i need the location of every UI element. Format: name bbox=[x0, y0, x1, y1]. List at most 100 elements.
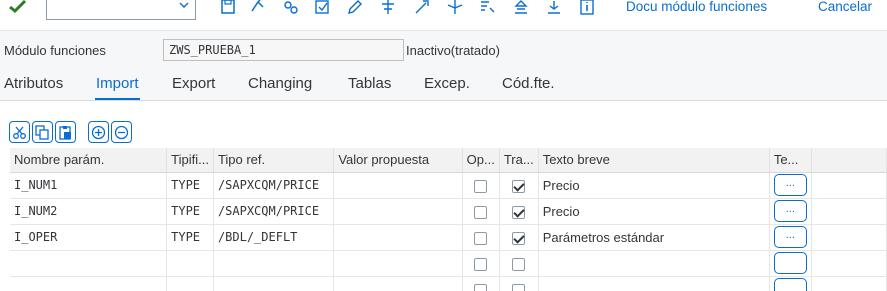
tab-export[interactable]: Export bbox=[172, 75, 215, 93]
param-name-cell[interactable]: I_NUM2 bbox=[10, 198, 168, 225]
download-icon[interactable] bbox=[544, 0, 564, 16]
tab-import[interactable]: Import bbox=[95, 75, 140, 101]
pass-value-cell bbox=[499, 276, 539, 291]
param-typing-cell[interactable]: TYPE bbox=[166, 172, 214, 199]
pass-value-checkbox[interactable] bbox=[512, 179, 526, 193]
column-header-typing[interactable]: Tipifi... bbox=[166, 148, 214, 173]
filler-cell bbox=[811, 198, 887, 225]
insert-row-icon[interactable] bbox=[88, 121, 109, 143]
pass-value-checkbox[interactable] bbox=[512, 231, 526, 245]
save-icon[interactable] bbox=[218, 0, 238, 16]
parameters-table: Nombre parám. Tipifi... Tipo ref. Valor … bbox=[10, 148, 887, 291]
optional-checkbox[interactable] bbox=[474, 205, 488, 219]
toolbar-separator bbox=[78, 121, 86, 145]
optional-cell bbox=[462, 276, 500, 291]
param-name-cell[interactable] bbox=[10, 276, 168, 291]
optional-checkbox[interactable] bbox=[474, 231, 488, 245]
cut-row-icon[interactable] bbox=[9, 121, 30, 143]
upload-icon[interactable] bbox=[511, 0, 531, 16]
column-header-long-text[interactable]: Te... bbox=[769, 148, 812, 173]
long-text-cell bbox=[769, 276, 812, 291]
table-row: I_OPER TYPE /BDL/_DEFLT Parámetros están… bbox=[10, 224, 887, 251]
column-header-name[interactable]: Nombre parám. bbox=[10, 148, 168, 173]
param-ref-type-cell[interactable]: /BDL/_DEFLT bbox=[213, 224, 335, 251]
command-field[interactable] bbox=[46, 0, 196, 20]
pass-value-checkbox[interactable] bbox=[512, 257, 526, 271]
paste-row-icon[interactable] bbox=[55, 121, 76, 143]
long-text-button[interactable]: ... bbox=[773, 174, 807, 196]
tab-tablas[interactable]: Tablas bbox=[348, 75, 391, 93]
param-default-cell[interactable] bbox=[333, 172, 463, 199]
tab-excep[interactable]: Excep. bbox=[424, 75, 470, 93]
pass-value-checkbox[interactable] bbox=[512, 283, 526, 291]
chevron-down-icon[interactable] bbox=[179, 0, 189, 10]
import-parameters-panel: Nombre parám. Tipifi... Tipo ref. Valor … bbox=[0, 100, 887, 291]
param-ref-type-cell[interactable]: /SAPXCQM/PRICE bbox=[213, 172, 335, 199]
param-short-text-cell[interactable] bbox=[538, 250, 770, 277]
param-default-cell[interactable] bbox=[333, 198, 463, 225]
param-short-text-cell[interactable]: Precio bbox=[538, 172, 770, 199]
cancel-button[interactable]: Cancelar bbox=[818, 0, 872, 16]
display-object-list-icon[interactable] bbox=[412, 0, 432, 16]
pass-value-cell bbox=[499, 172, 539, 199]
column-header-pass-value[interactable]: Tra... bbox=[499, 148, 539, 173]
param-default-cell[interactable] bbox=[333, 250, 463, 277]
navigation-icon[interactable] bbox=[445, 0, 465, 16]
optional-checkbox[interactable] bbox=[474, 283, 488, 291]
docu-module-button[interactable]: Docu módulo funciones bbox=[626, 0, 767, 16]
param-short-text-cell[interactable]: Precio bbox=[538, 198, 770, 225]
param-typing-cell[interactable] bbox=[166, 276, 214, 291]
pass-value-cell bbox=[499, 198, 539, 225]
param-ref-type-cell[interactable] bbox=[213, 276, 335, 291]
param-typing-cell[interactable]: TYPE bbox=[166, 198, 214, 225]
long-text-button[interactable] bbox=[773, 278, 807, 291]
module-header: Módulo funciones ZWS_PRUEBA_1 Inactivo(t… bbox=[0, 30, 887, 101]
long-text-cell: ... bbox=[769, 224, 812, 251]
where-used-icon[interactable] bbox=[378, 0, 398, 16]
param-name-cell[interactable]: I_NUM1 bbox=[10, 172, 168, 199]
table-row bbox=[10, 276, 887, 291]
column-header-optional[interactable]: Op... bbox=[462, 148, 500, 173]
activate-icon[interactable] bbox=[281, 0, 301, 16]
param-default-cell[interactable] bbox=[333, 224, 463, 251]
param-name-cell[interactable] bbox=[10, 250, 168, 277]
column-header-filler bbox=[811, 148, 887, 173]
param-ref-type-cell[interactable] bbox=[213, 250, 335, 277]
param-short-text-cell[interactable] bbox=[538, 276, 770, 291]
long-text-button[interactable]: ... bbox=[773, 200, 807, 222]
tab-cod-fte[interactable]: Cód.fte. bbox=[502, 75, 555, 93]
enter-checkmark-icon[interactable] bbox=[9, 0, 27, 14]
filler-cell bbox=[811, 250, 887, 277]
param-typing-cell[interactable]: TYPE bbox=[166, 224, 214, 251]
tab-changing[interactable]: Changing bbox=[248, 75, 312, 93]
param-ref-type-cell[interactable]: /SAPXCQM/PRICE bbox=[213, 198, 335, 225]
optional-checkbox[interactable] bbox=[474, 257, 488, 271]
long-text-button[interactable]: ... bbox=[773, 226, 807, 248]
delete-row-icon[interactable] bbox=[111, 121, 132, 143]
column-header-ref-type[interactable]: Tipo ref. bbox=[213, 148, 335, 173]
pretty-printer-icon[interactable] bbox=[478, 0, 498, 16]
table-header-row: Nombre parám. Tipifi... Tipo ref. Valor … bbox=[10, 148, 887, 173]
pass-value-checkbox[interactable] bbox=[512, 205, 526, 219]
param-name-cell[interactable]: I_OPER bbox=[10, 224, 168, 251]
column-header-short-text[interactable]: Texto breve bbox=[538, 148, 770, 173]
param-default-cell[interactable] bbox=[333, 276, 463, 291]
pass-value-cell bbox=[499, 250, 539, 277]
edit-icon[interactable] bbox=[345, 0, 365, 16]
other-object-icon[interactable] bbox=[248, 0, 268, 16]
pass-value-cell bbox=[499, 224, 539, 251]
copy-row-icon[interactable] bbox=[32, 121, 53, 143]
filler-cell bbox=[811, 276, 887, 291]
optional-cell bbox=[462, 224, 500, 251]
tab-atributos[interactable]: Atributos bbox=[4, 75, 63, 93]
long-text-cell bbox=[769, 250, 812, 277]
param-typing-cell[interactable] bbox=[166, 250, 214, 277]
check-icon[interactable] bbox=[313, 0, 333, 16]
optional-checkbox[interactable] bbox=[474, 179, 488, 193]
info-icon[interactable] bbox=[577, 0, 597, 16]
long-text-button[interactable] bbox=[773, 252, 807, 274]
tab-strip: Atributos Import Export Changing Tablas … bbox=[0, 75, 887, 101]
param-short-text-cell[interactable]: Parámetros estándar bbox=[538, 224, 770, 251]
column-header-default[interactable]: Valor propuesta bbox=[333, 148, 463, 173]
module-label: Módulo funciones bbox=[4, 43, 106, 58]
